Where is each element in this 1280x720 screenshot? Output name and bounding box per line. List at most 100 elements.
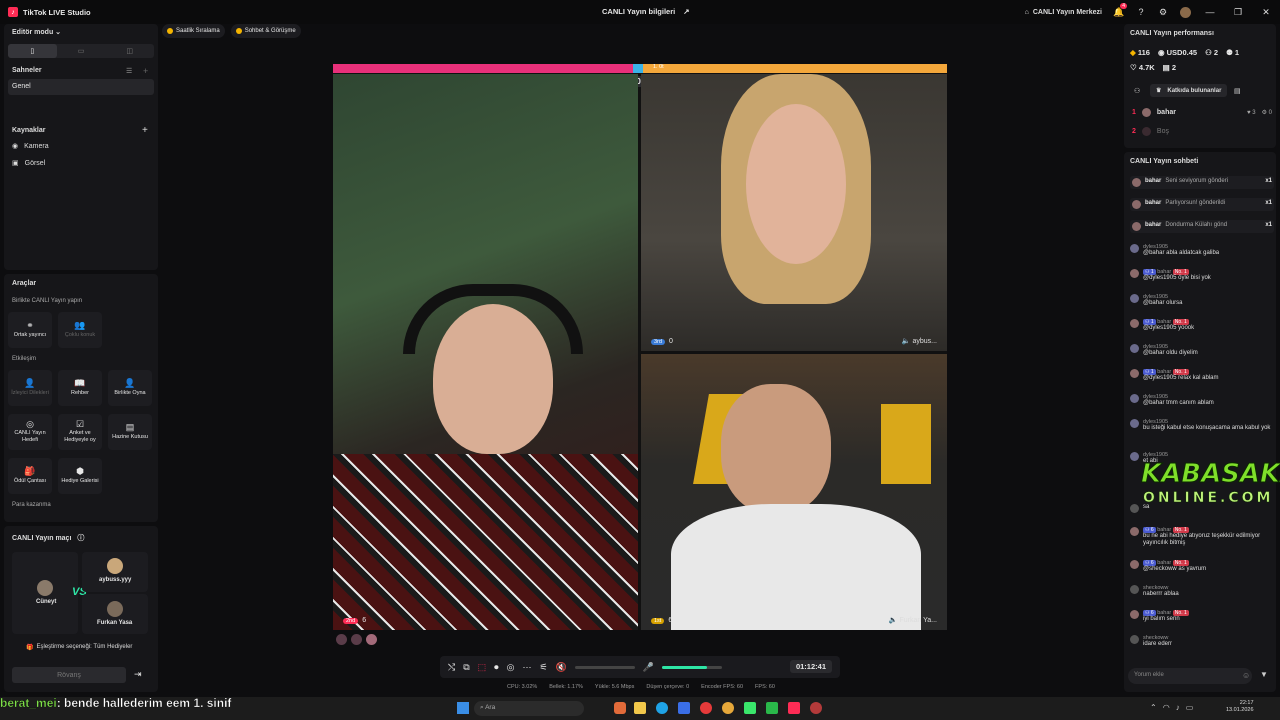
tool-label: Birlikte Oyna (114, 389, 146, 396)
avatar[interactable] (366, 634, 377, 645)
tile-name-opponent-2: 🔈 Furkan Ya... (889, 616, 937, 624)
live-info-title[interactable]: CANLI Yayın bilgileri ↗ (602, 7, 690, 16)
rematch-button[interactable]: Rövanş (12, 667, 126, 683)
editor-mode-dropdown[interactable]: Editör modu ⌄ (12, 28, 61, 36)
exit-icon[interactable]: ⇥ (134, 669, 142, 680)
speaker-icon[interactable]: 🔈 (889, 617, 898, 624)
gift-icon[interactable] (351, 634, 362, 645)
chat-title: CANLI Yayın sohbeti (1130, 158, 1199, 165)
chat-message: dyles1905 @bahar olursa (1130, 294, 1274, 307)
close-icon[interactable]: ✕ (1252, 0, 1280, 24)
tab-chat-talk[interactable]: Sohbet & Görüşme (230, 24, 301, 38)
live-duration: 01:12:41 (789, 660, 832, 673)
chat-username: bahar (1145, 222, 1162, 228)
landscape-mode-icon[interactable]: ▭ (57, 44, 106, 58)
tiktok-icon[interactable] (788, 702, 800, 714)
guide-tool[interactable]: 📖 Rehber (58, 370, 102, 406)
contributors-button[interactable]: ♛ Katkıda bulunanlar (1150, 84, 1228, 97)
source-item-image[interactable]: ▣ Görsel (12, 159, 45, 168)
emoji-icon[interactable]: ☺ (1242, 671, 1250, 680)
share-icon[interactable]: ↗ (683, 7, 689, 16)
title-bar: ♪ TikTok LIVE Studio CANLI Yayın bilgile… (0, 0, 1280, 24)
clock[interactable]: 22:17 13.01.2026 (1226, 700, 1254, 714)
layout-icon[interactable]: ⧉ (463, 662, 469, 673)
more-icon[interactable]: ⋯ (523, 662, 532, 673)
contributor-row[interactable]: 1 bahar ♥ 3 ⚙ 0 (1132, 108, 1272, 117)
windows-start-icon[interactable] (457, 702, 469, 714)
filter-icon[interactable]: ▼ (1260, 670, 1268, 679)
search-label: Ara (485, 704, 496, 711)
play-together-tool[interactable]: 👤 Birlikte Oyna (108, 370, 152, 406)
list-icon[interactable]: ▤ (1234, 87, 1241, 95)
tile-score: 6 (362, 617, 367, 624)
split-mode-icon[interactable]: ◫ (105, 44, 154, 58)
avatar[interactable] (1174, 0, 1196, 24)
mic-slider[interactable] (662, 665, 723, 669)
gift-icon[interactable] (336, 634, 347, 645)
video-tile-opponent-1[interactable]: 3rd 0 🔈 aybus... (641, 74, 947, 351)
co-host-tool[interactable]: ⚭ Ortak yayıncı (8, 312, 52, 348)
person-icon[interactable]: ⚇ (1134, 87, 1140, 95)
chest-icon: ▤ (125, 422, 135, 432)
live-center-button[interactable]: ⌂ CANLI Yayın Merkezi (1019, 0, 1108, 24)
volume-slider[interactable] (574, 665, 635, 669)
source-label: Kamera (24, 142, 49, 150)
app-icon[interactable] (744, 702, 756, 714)
notification-button[interactable]: 🔔 4 (1108, 0, 1130, 24)
video-tile-opponent-2[interactable]: 1st 6 🔈 Furkan Ya... (641, 354, 947, 630)
chat-text: @bahar tmm canım ablam (1143, 400, 1214, 406)
chrome-icon[interactable] (722, 702, 734, 714)
contributor-likes: ♥ 3 (1247, 109, 1256, 116)
info-icon[interactable]: ⓘ (77, 533, 84, 543)
opera-icon[interactable] (700, 702, 712, 714)
viewer-requests-tool[interactable]: 👤 İzleyici Dilekleri (8, 370, 52, 406)
terminal-icon[interactable] (766, 702, 778, 714)
treasure-box-tool[interactable]: ▤ Hazine Kutusu (108, 414, 152, 450)
system-tray[interactable]: ⌃ ◠ ♪ ▭ (1150, 703, 1193, 712)
multi-guest-tool[interactable]: 👥 Çoklu konuk (58, 312, 102, 348)
tab-hourly-ranking[interactable]: Saatlik Sıralama (162, 24, 225, 38)
minimize-icon[interactable]: — (1196, 0, 1224, 24)
gift-icon: ⬢ (76, 466, 84, 476)
portrait-mode-icon[interactable]: ▯ (8, 44, 57, 58)
taskbar-search[interactable]: ⌕ Ara (474, 701, 584, 716)
mic-icon[interactable]: 🎤 (643, 662, 654, 673)
source-item-camera[interactable]: ◉ Kamera (12, 142, 49, 151)
app-icon[interactable] (678, 702, 690, 714)
app-icon[interactable] (614, 702, 626, 714)
avatar (1130, 610, 1139, 619)
list-icon[interactable]: ☰ (126, 67, 132, 75)
add-source-icon[interactable]: + (142, 125, 148, 136)
reward-bag-tool[interactable]: 🎒 Ödül Çantası (8, 458, 52, 494)
chat-message: ⚇ 1 bahar No. 1 @dyles1905 öyle bisi yok (1130, 269, 1274, 282)
scene-item-general[interactable]: Genel (8, 79, 154, 95)
group-monetization: Para kazanma (12, 502, 51, 508)
maximize-icon[interactable]: ❐ (1224, 0, 1252, 24)
target-icon[interactable]: ◎ (507, 662, 515, 673)
avatar (1130, 527, 1139, 536)
mute-icon[interactable]: 🔇 (556, 662, 567, 673)
video-tile-self[interactable]: 2nd 6 (333, 74, 638, 630)
add-scene-icon[interactable]: + (143, 66, 148, 76)
shirt (333, 454, 638, 630)
avatar (107, 558, 123, 574)
app-icon[interactable] (810, 702, 822, 714)
edge-icon[interactable] (656, 702, 668, 714)
speaker-icon[interactable]: 🔈 (902, 338, 911, 345)
comment-input[interactable]: Yorum ekle (1128, 668, 1252, 684)
jacket (671, 504, 921, 630)
record-icon[interactable]: ⏺ (494, 662, 499, 673)
settings-sliders-icon[interactable]: ⚟ (540, 662, 548, 673)
help-icon[interactable]: ? (1130, 0, 1152, 24)
avatar (1132, 178, 1141, 187)
live-info-label: CANLI Yayın bilgileri (602, 7, 676, 16)
folder-icon[interactable] (634, 702, 646, 714)
effects-icon[interactable]: ⤭ (448, 662, 455, 673)
live-goal-tool[interactable]: ◎ CANLI Yayın Hedefi (8, 414, 52, 450)
gift-gallery-tool[interactable]: ⬢ Hediye Galerisi (58, 458, 102, 494)
person-icon: 👤 (124, 378, 136, 388)
tab-label: Saatlik Sıralama (176, 28, 220, 34)
record-screen-icon[interactable]: ⬚ (478, 662, 487, 673)
gear-icon[interactable]: ⚙ (1152, 0, 1174, 24)
poll-tool[interactable]: ☑ Anket ve Hediyeyle oy (58, 414, 102, 450)
